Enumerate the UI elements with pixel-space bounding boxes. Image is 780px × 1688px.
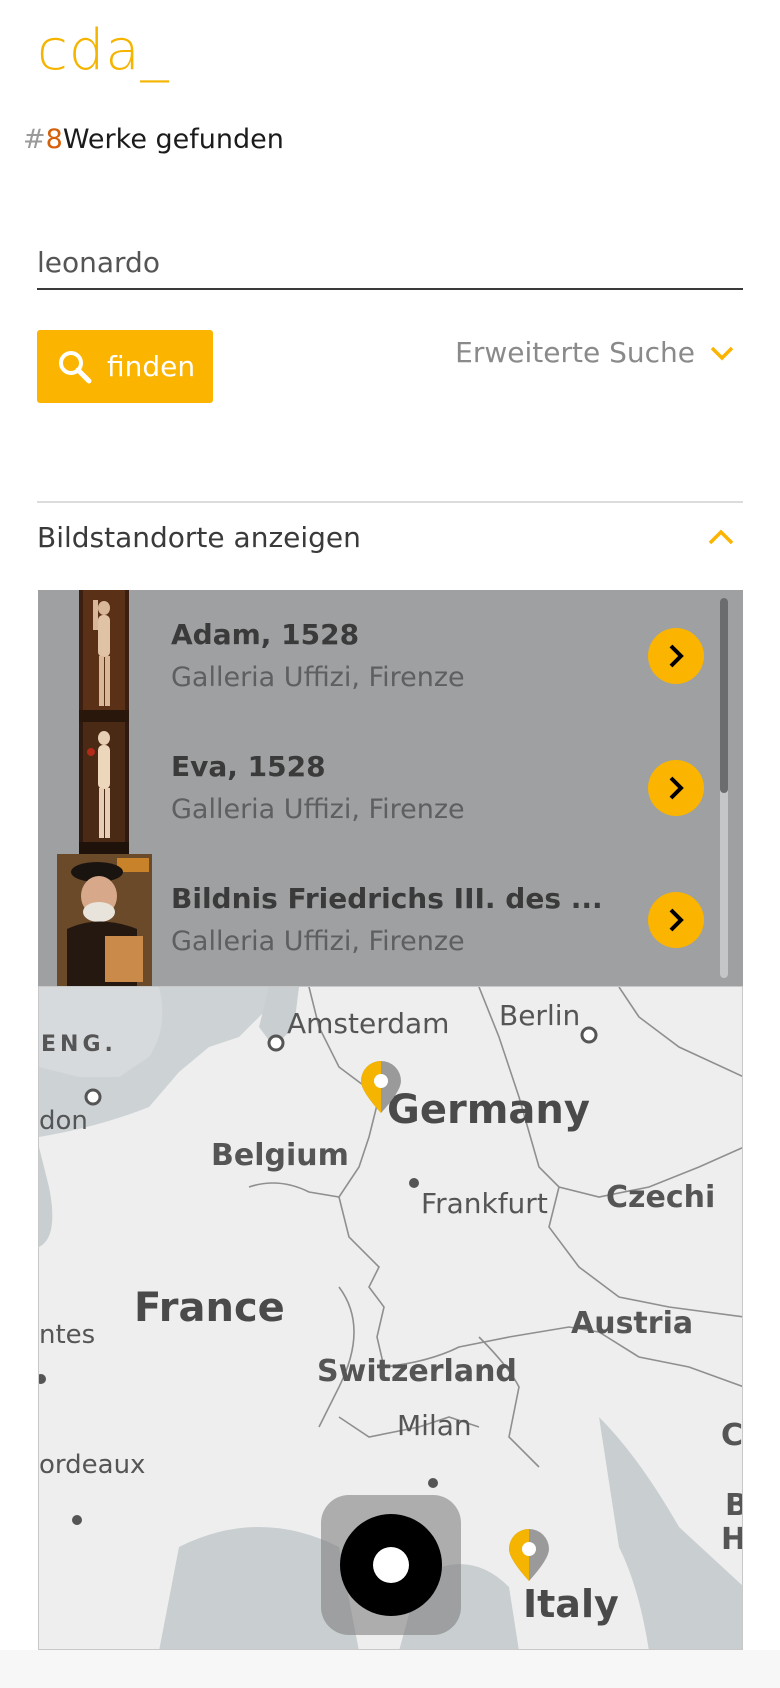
map-label-austria: Austria <box>571 1306 693 1341</box>
map-view[interactable]: Amsterdam Berlin ENG. don Germany Belgiu… <box>38 986 743 1650</box>
map-label-amsterdam: Amsterdam <box>287 1007 449 1040</box>
result-item[interactable]: Adam, 1528 Galleria Uffizi, Firenze <box>38 590 743 722</box>
result-title: Bildnis Friedrichs III. des ... <box>171 882 603 915</box>
open-result-button[interactable] <box>648 760 704 816</box>
map-label-london: don <box>39 1106 88 1136</box>
locate-me-button[interactable] <box>321 1495 461 1635</box>
count-number: 8 <box>45 124 63 155</box>
chevron-right-icon <box>669 776 684 800</box>
chevron-down-icon <box>710 346 734 360</box>
map-label-belgium: Belgium <box>211 1138 349 1173</box>
map-label-bordeaux: ordeaux <box>39 1450 145 1480</box>
map-label-bh2: H <box>721 1522 743 1557</box>
map-label-nantes: ntes <box>39 1320 95 1350</box>
advanced-search-toggle[interactable]: Erweiterte Suche <box>455 336 735 369</box>
results-scrollbar[interactable] <box>720 598 728 978</box>
find-button-label: finden <box>107 350 196 383</box>
result-item[interactable]: Bildnis Friedrichs III. des ... Galleria… <box>38 854 743 986</box>
section-divider <box>37 501 743 503</box>
search-input[interactable] <box>37 240 743 279</box>
map-label-eng: ENG. <box>41 1032 117 1057</box>
chevron-right-icon <box>669 908 684 932</box>
result-location: Galleria Uffizi, Firenze <box>171 794 465 825</box>
open-result-button[interactable] <box>648 892 704 948</box>
artwork-thumbnail <box>79 722 129 854</box>
map-label-italy: Italy <box>523 1582 619 1626</box>
open-result-button[interactable] <box>648 628 704 684</box>
app-logo[interactable]: cda_ <box>37 18 170 83</box>
map-label-frankfurt: Frankfurt <box>421 1187 548 1220</box>
count-label: Werke gefunden <box>62 124 284 155</box>
result-title: Eva, 1528 <box>171 750 326 783</box>
map-label-croatia: Cr <box>721 1418 743 1453</box>
search-icon <box>59 350 92 383</box>
artwork-thumbnail <box>79 590 129 722</box>
map-label-germany: Germany <box>387 1087 590 1133</box>
scrollbar-thumb[interactable] <box>720 598 728 793</box>
count-hash: # <box>23 124 46 155</box>
locations-label: Bildstandorte anzeigen <box>37 520 361 554</box>
location-target-icon <box>340 1514 442 1616</box>
results-count: #8Werke gefunden <box>23 124 284 155</box>
results-list[interactable]: Adam, 1528 Galleria Uffizi, Firenze Eva,… <box>38 590 743 986</box>
locations-toggle[interactable]: Bildstandorte anzeigen <box>37 512 743 562</box>
result-title: Adam, 1528 <box>171 618 360 651</box>
chevron-up-icon <box>708 529 734 545</box>
result-location: Galleria Uffizi, Firenze <box>171 926 465 957</box>
result-item[interactable]: Eva, 1528 Galleria Uffizi, Firenze <box>38 722 743 854</box>
chevron-right-icon <box>669 644 684 668</box>
map-label-bh: B <box>725 1488 743 1523</box>
map-label-france: France <box>134 1285 285 1331</box>
result-location: Galleria Uffizi, Firenze <box>171 662 465 693</box>
advanced-search-label: Erweiterte Suche <box>455 336 695 369</box>
search-field[interactable] <box>37 240 743 290</box>
map-label-czech: Czechi <box>606 1180 715 1215</box>
artwork-thumbnail <box>57 854 152 986</box>
bottom-bar <box>0 1650 780 1688</box>
map-label-milan: Milan <box>397 1409 472 1442</box>
map-label-berlin: Berlin <box>499 999 580 1032</box>
find-button[interactable]: finden <box>37 330 213 403</box>
map-label-switzerland: Switzerland <box>317 1354 517 1389</box>
